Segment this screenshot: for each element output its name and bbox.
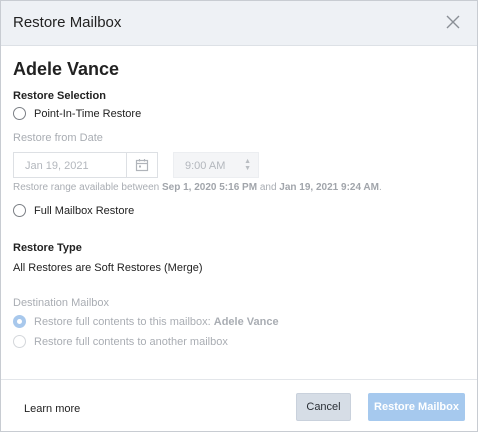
point-in-time-label: Point-In-Time Restore: [34, 107, 142, 120]
restore-to-another-mailbox-option[interactable]: Restore full contents to another mailbox: [13, 335, 228, 348]
another-mailbox-label: Restore full contents to another mailbox: [34, 335, 228, 348]
up-down-arrows-icon: ▲ ▼: [244, 158, 251, 172]
dialog-footer: Learn more Cancel Restore Mailbox: [1, 379, 477, 431]
restore-type-heading: Restore Type: [13, 242, 82, 254]
restore-range-text: Restore range available between Sep 1, 2…: [13, 182, 382, 193]
restore-to-this-mailbox-option[interactable]: Restore full contents to this mailbox: A…: [13, 315, 279, 328]
restore-type-value: All Restores are Soft Restores (Merge): [13, 262, 203, 274]
this-mailbox-label: Restore full contents to this mailbox: A…: [34, 316, 279, 328]
mailbox-user-name: Adele Vance: [13, 59, 120, 79]
restore-mailbox-button[interactable]: Restore Mailbox: [368, 393, 465, 421]
full-mailbox-radio[interactable]: [13, 204, 26, 217]
restore-time-select[interactable]: 9:00 AM ▲ ▼: [173, 152, 259, 178]
full-mailbox-restore-option[interactable]: Full Mailbox Restore: [13, 204, 134, 217]
destination-mailbox-label: Destination Mailbox: [13, 297, 109, 309]
restore-from-date-label: Restore from Date: [13, 132, 103, 144]
full-mailbox-label: Full Mailbox Restore: [34, 204, 135, 217]
restore-time-value: 9:00 AM: [185, 160, 226, 172]
range-and: and: [257, 182, 280, 193]
cancel-button[interactable]: Cancel: [296, 393, 351, 421]
restore-mailbox-dialog: Restore Mailbox Adele Vance Restore Sele…: [0, 0, 478, 432]
restore-date-value: Jan 19, 2021: [25, 160, 89, 172]
range-start: Sep 1, 2020 5:16 PM: [161, 182, 258, 193]
point-in-time-radio[interactable]: [13, 107, 26, 120]
this-mailbox-name: Adele Vance: [213, 315, 279, 328]
another-mailbox-radio[interactable]: [13, 335, 26, 348]
range-prefix: Restore range available between: [13, 182, 162, 193]
range-suffix: .: [378, 182, 382, 193]
dialog-header: Restore Mailbox: [1, 1, 477, 46]
dialog-title: Restore Mailbox: [13, 14, 122, 31]
point-in-time-restore-option[interactable]: Point-In-Time Restore: [13, 107, 141, 120]
close-icon[interactable]: [443, 12, 463, 32]
restore-selection-heading: Restore Selection: [13, 90, 106, 102]
learn-more-link[interactable]: Learn more: [24, 403, 80, 415]
range-end: Jan 19, 2021 9:24 AM: [279, 182, 379, 193]
restore-date-input[interactable]: Jan 19, 2021: [13, 152, 158, 178]
this-mailbox-label-prefix: Restore full contents to this mailbox:: [34, 315, 214, 328]
this-mailbox-radio[interactable]: [13, 315, 26, 328]
calendar-icon[interactable]: [126, 153, 157, 177]
